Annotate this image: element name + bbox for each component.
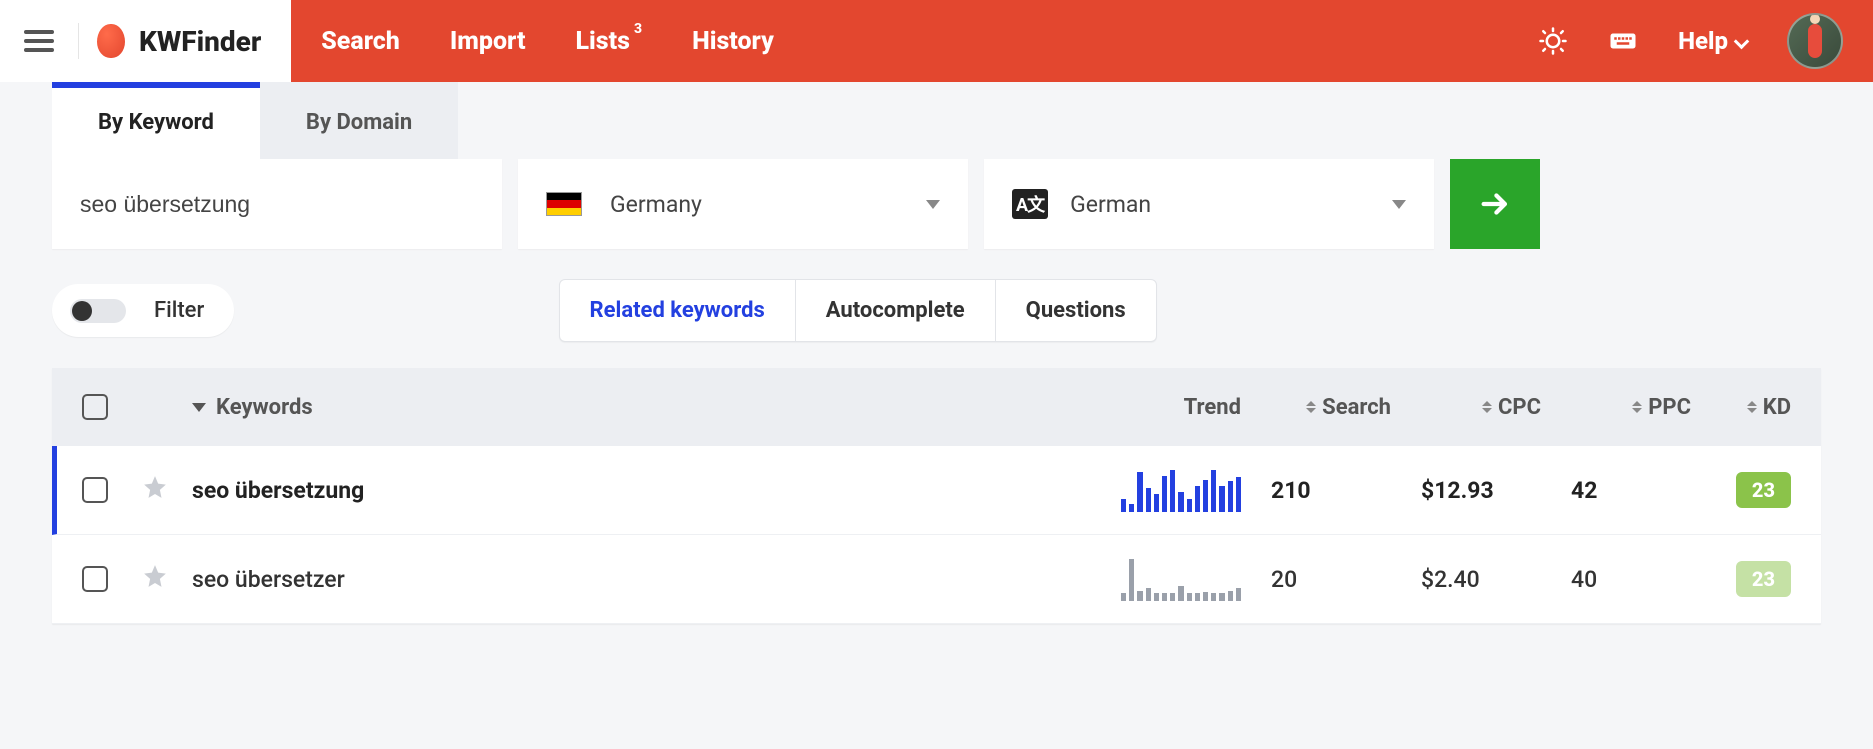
arrow-right-icon [1478,187,1512,221]
app-header: KWFinder Search Import Lists 3 History H… [0,0,1873,82]
logo-icon [97,24,125,58]
language-label: German [1070,191,1151,218]
cell-search: 210 [1241,477,1391,504]
results-table: Keywords Trend Search CPC PPC KD seo übe… [52,368,1821,624]
chevron-down-icon [1392,200,1406,209]
theme-icon[interactable] [1538,26,1568,56]
cell-cpc: $12.93 [1391,477,1541,504]
cell-cpc: $2.40 [1391,566,1541,593]
keyword-field[interactable] [52,159,502,249]
cell-keyword: seo übersetzer [192,566,1121,593]
cell-ppc: 42 [1541,477,1691,504]
search-row: Germany A文 German [52,159,1821,249]
toggle-icon [70,299,126,323]
favorite-icon[interactable] [142,474,168,500]
col-cpc[interactable]: CPC [1391,395,1541,420]
help-menu[interactable]: Help [1678,27,1747,55]
keyword-input[interactable] [80,191,474,218]
row-checkbox[interactable] [82,477,108,503]
search-mode-tabs: By Keyword By Domain [52,82,1873,159]
col-trend[interactable]: Trend [1121,395,1241,420]
cell-search: 20 [1241,566,1391,593]
col-keywords[interactable]: Keywords [192,395,1121,420]
tab-autocomplete[interactable]: Autocomplete [795,280,995,341]
col-ppc[interactable]: PPC [1541,395,1691,420]
col-kd[interactable]: KD [1691,395,1791,420]
language-select[interactable]: A文 German [984,159,1434,249]
table-row[interactable]: seo übersetzung 210$12.934223 [52,446,1821,535]
cell-keyword: seo übersetzung [192,477,1121,504]
chevron-down-icon [1734,33,1750,49]
language-icon: A文 [1012,189,1048,219]
tab-questions[interactable]: Questions [995,280,1156,341]
nav-lists-badge: 3 [634,21,642,37]
help-label: Help [1678,27,1728,55]
favorite-icon[interactable] [142,563,168,589]
tab-by-keyword[interactable]: By Keyword [52,82,260,159]
result-type-tabs: Related keywords Autocomplete Questions [559,279,1157,342]
filter-toggle[interactable]: Filter [52,284,234,337]
main-nav: Search Import Lists 3 History [291,27,1538,56]
filter-label: Filter [154,298,204,323]
keyboard-icon[interactable] [1608,26,1638,56]
tab-by-domain[interactable]: By Domain [260,82,458,159]
divider [78,23,79,59]
location-label: Germany [610,191,702,218]
user-avatar[interactable] [1787,13,1843,69]
location-select[interactable]: Germany [518,159,968,249]
chevron-down-icon [926,200,940,209]
controls-row: Filter Related keywords Autocomplete Que… [52,279,1821,342]
flag-germany-icon [546,192,582,216]
nav-history[interactable]: History [692,27,774,56]
search-button[interactable] [1450,159,1540,249]
nav-import[interactable]: Import [450,27,526,56]
sort-desc-icon [192,403,206,412]
header-left: KWFinder [0,0,291,82]
cell-trend [1121,557,1241,601]
tab-related-keywords[interactable]: Related keywords [560,280,795,341]
cell-ppc: 40 [1541,566,1691,593]
cell-kd: 23 [1691,472,1791,508]
nav-lists[interactable]: Lists 3 [576,27,643,56]
app-logo[interactable]: KWFinder [97,24,261,58]
header-right: Help [1538,13,1873,69]
app-name: KWFinder [139,25,261,58]
select-all-checkbox[interactable] [82,394,108,420]
col-search[interactable]: Search [1241,395,1391,420]
hamburger-menu-icon[interactable] [24,30,54,52]
row-checkbox[interactable] [82,566,108,592]
cell-kd: 23 [1691,561,1791,597]
table-row[interactable]: seo übersetzer 20$2.404023 [52,535,1821,624]
nav-search[interactable]: Search [321,27,400,56]
cell-trend [1121,468,1241,512]
table-header: Keywords Trend Search CPC PPC KD [52,368,1821,446]
nav-lists-label: Lists [576,27,630,56]
